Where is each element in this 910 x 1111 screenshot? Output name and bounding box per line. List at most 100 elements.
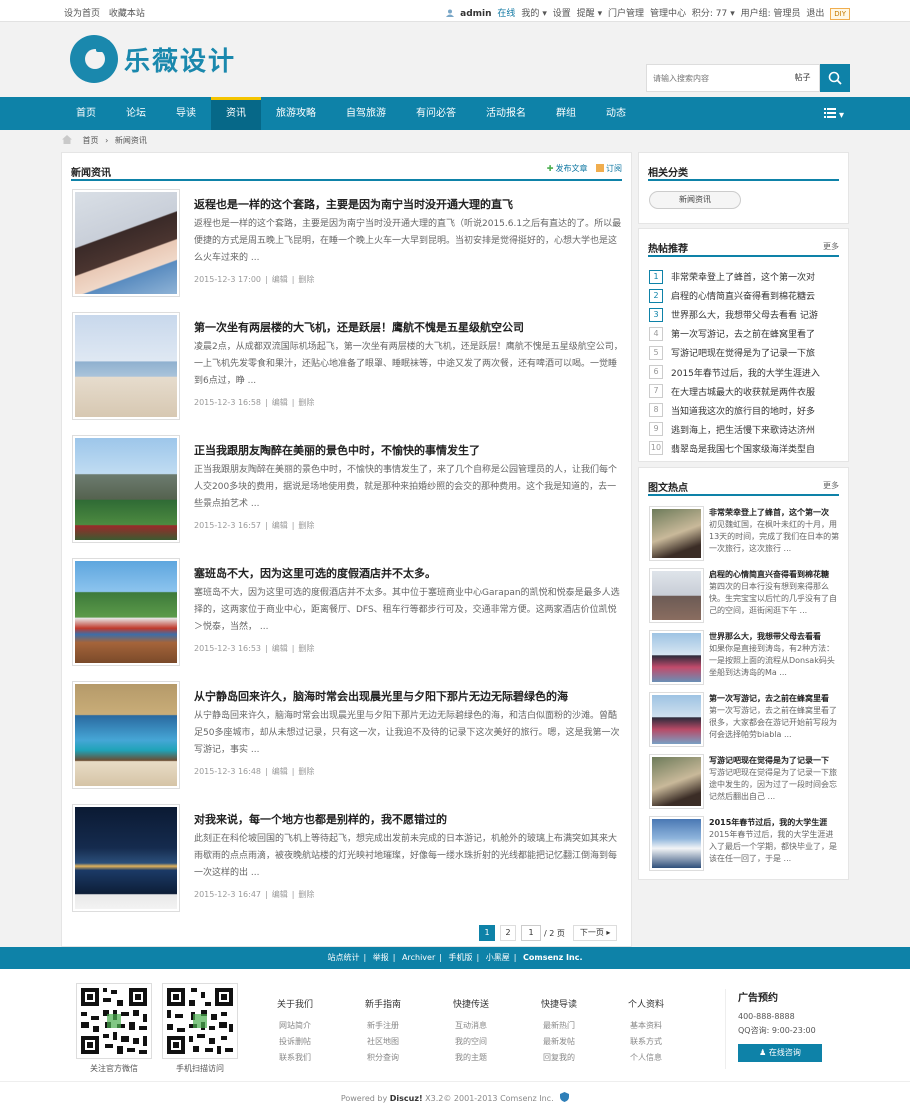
article-title[interactable]: 第一次坐有两层楼的大飞机，还是跃层！鹰航不愧是五星级航空公司 <box>194 319 524 335</box>
user-group-link[interactable]: 用户组: 管理员 <box>741 9 801 19</box>
footer-link[interactable]: 新手注册 <box>348 1018 418 1034</box>
picture-post-title[interactable]: 世界那么大，我想带父母去看看 <box>709 631 841 642</box>
next-page-button[interactable]: 下一页 ▸ <box>572 925 618 941</box>
nav-item-travel[interactable]: 旅游攻略 <box>261 97 331 130</box>
breadcrumb-current[interactable]: 新闻资讯 <box>115 136 147 145</box>
footer-link[interactable]: 我的主题 <box>436 1050 506 1066</box>
search-input[interactable] <box>646 64 786 92</box>
list-item[interactable]: 8 当知道我这次的旅行目的地时，好多 <box>649 401 841 420</box>
delete-link[interactable]: 删除 <box>298 521 314 530</box>
picture-post-item[interactable]: 2015年春节过后，我的大学生涯 2015年春节过后，我的大学生涯进入了最后一个学… <box>649 816 841 874</box>
nav-item-qa[interactable]: 有问必答 <box>401 97 471 130</box>
site-logo[interactable]: 乐薇设计 <box>70 35 236 83</box>
admin-center-link[interactable]: 管理中心 <box>650 9 686 19</box>
hot-posts-more-link[interactable]: 更多 <box>823 241 839 252</box>
delete-link[interactable]: 删除 <box>298 275 314 284</box>
bookmark-link[interactable]: 收藏本站 <box>109 9 145 19</box>
footer-link[interactable]: 我的空间 <box>436 1034 506 1050</box>
username-link[interactable]: admin <box>460 9 491 19</box>
page-2-button[interactable]: 2 <box>500 925 516 941</box>
picture-post-item[interactable]: 写游记吧现在觉得是为了记录一下 写游记吧现在觉得是为了记录一下旅途中发生的，因为过… <box>649 754 841 812</box>
list-item[interactable]: 1 非常荣幸登上了蜂首，这个第一次对 <box>649 267 841 286</box>
nav-item-events[interactable]: 活动报名 <box>471 97 541 130</box>
subscribe-link[interactable]: 订阅 <box>606 164 622 173</box>
edit-link[interactable]: 编辑 <box>272 521 288 530</box>
picture-thumbnail[interactable] <box>649 816 704 871</box>
nav-item-groups[interactable]: 群组 <box>541 97 591 130</box>
footer-link[interactable]: 回复我的 <box>524 1050 594 1066</box>
footer-link-archiver[interactable]: Archiver <box>402 953 435 962</box>
list-item[interactable]: 3 世界那么大，我想带父母去看看 记游 <box>649 305 841 324</box>
list-item[interactable]: 9 逃到海上，把生活慢下来歌诗达济州 <box>649 420 841 439</box>
picture-thumbnail[interactable] <box>649 754 704 809</box>
settings-link[interactable]: 设置 <box>553 9 571 19</box>
picture-post-title[interactable]: 非常荣幸登上了蜂首，这个第一次 <box>709 507 841 518</box>
logout-link[interactable]: 退出 <box>806 9 824 19</box>
remind-menu[interactable]: 提醒 <box>577 9 595 19</box>
article-thumbnail[interactable] <box>72 189 180 297</box>
footer-link[interactable]: 个人信息 <box>611 1050 681 1066</box>
list-item[interactable]: 10 翡翠岛是我国七个国家级海洋类型自 <box>649 439 841 458</box>
footer-link[interactable]: 最新热门 <box>524 1018 594 1034</box>
footer-link[interactable]: 联系我们 <box>260 1050 330 1066</box>
page-1-button[interactable]: 1 <box>479 925 495 941</box>
picture-post-item[interactable]: 第一次写游记，去之前在蜂窝里看 第一次写游记，去之前在蜂窝里看了很多，大家都会在游… <box>649 692 841 750</box>
category-news-button[interactable]: 新闻资讯 <box>649 191 741 209</box>
list-item[interactable]: 2 启程的心情简直兴奋得看到棉花糖云 <box>649 286 841 305</box>
article-thumbnail[interactable] <box>72 312 180 420</box>
article-title[interactable]: 从宁静岛回来许久，脑海时常会出现晨光里与夕阳下那片无边无际碧绿色的海 <box>194 688 568 704</box>
picture-post-item[interactable]: 启程的心情简直兴奋得看到棉花糖 第四次的日本行没有想到来得那么快。生完宝宝以后忙的… <box>649 568 841 626</box>
picture-thumbnail[interactable] <box>649 506 704 561</box>
online-consult-button[interactable]: ♟ 在线咨询 <box>738 1044 822 1062</box>
delete-link[interactable]: 删除 <box>298 398 314 407</box>
footer-link[interactable]: 社区地图 <box>348 1034 418 1050</box>
footer-link[interactable]: 基本资料 <box>611 1018 681 1034</box>
footer-link[interactable]: 投诉删帖 <box>260 1034 330 1050</box>
edit-link[interactable]: 编辑 <box>272 275 288 284</box>
nav-item-guide[interactable]: 导读 <box>161 97 211 130</box>
edit-link[interactable]: 编辑 <box>272 890 288 899</box>
article-title[interactable]: 对我来说，每一个地方也都是别样的，我不愿错过的 <box>194 811 447 827</box>
nav-item-forum[interactable]: 论坛 <box>111 97 161 130</box>
footer-link-comsenz[interactable]: Comsenz Inc. <box>523 953 582 962</box>
delete-link[interactable]: 删除 <box>298 890 314 899</box>
picture-hot-more-link[interactable]: 更多 <box>823 480 839 491</box>
edit-link[interactable]: 编辑 <box>272 398 288 407</box>
list-item[interactable]: 7 在大理古城最大的收获就是两件衣服 <box>649 382 841 401</box>
edit-link[interactable]: 编辑 <box>272 767 288 776</box>
nav-menu-button[interactable]: ▾ <box>823 108 844 121</box>
article-thumbnail[interactable] <box>72 558 180 666</box>
footer-link[interactable]: 联系方式 <box>611 1034 681 1050</box>
article-thumbnail[interactable] <box>72 435 180 543</box>
picture-thumbnail[interactable] <box>649 630 704 685</box>
picture-thumbnail[interactable] <box>649 692 704 747</box>
breadcrumb-home[interactable]: 首页 <box>83 136 99 145</box>
list-item[interactable]: 6 2015年春节过后，我的大学生涯进入 <box>649 362 841 381</box>
footer-link-blackroom[interactable]: 小黑屋 <box>486 953 510 962</box>
nav-item-selfdrive[interactable]: 自驾旅游 <box>331 97 401 130</box>
page-jump-input[interactable]: 1 <box>521 925 541 941</box>
picture-post-title[interactable]: 启程的心情简直兴奋得看到棉花糖 <box>709 569 841 580</box>
picture-post-item[interactable]: 世界那么大，我想带父母去看看 如果你是直接到涛岛，有2种方法：一是按照上面的流程从… <box>649 630 841 688</box>
nav-item-feed[interactable]: 动态 <box>591 97 641 130</box>
set-home-link[interactable]: 设为首页 <box>64 9 100 19</box>
discuz-link[interactable]: Discuz! <box>390 1094 423 1103</box>
footer-link-mobile[interactable]: 手机版 <box>449 953 473 962</box>
footer-link-report[interactable]: 举报 <box>373 953 389 962</box>
picture-post-item[interactable]: 非常荣幸登上了蜂首，这个第一次 初见魏虹国，在枫叶未红的十月，用13天的时间，完成… <box>649 506 841 564</box>
search-type-select[interactable]: 帖子 <box>786 64 820 92</box>
nav-item-news[interactable]: 资讯 <box>211 97 261 130</box>
home-icon[interactable] <box>62 135 72 144</box>
footer-link[interactable]: 网站简介 <box>260 1018 330 1034</box>
article-title[interactable]: 正当我跟朋友陶醉在美丽的景色中时，不愉快的事情发生了 <box>194 442 480 458</box>
footer-link[interactable]: 最新发帖 <box>524 1034 594 1050</box>
portal-admin-link[interactable]: 门户管理 <box>608 9 644 19</box>
list-item[interactable]: 4 第一次写游记，去之前在蜂窝里看了 <box>649 324 841 343</box>
footer-link[interactable]: 积分查询 <box>348 1050 418 1066</box>
list-item[interactable]: 5 写游记吧现在觉得是为了记录一下旅 <box>649 343 841 362</box>
picture-thumbnail[interactable] <box>649 568 704 623</box>
delete-link[interactable]: 删除 <box>298 644 314 653</box>
footer-link-stats[interactable]: 站点统计 <box>328 953 360 962</box>
publish-article-link[interactable]: 发布文章 <box>555 164 587 173</box>
footer-link[interactable]: 互动消息 <box>436 1018 506 1034</box>
